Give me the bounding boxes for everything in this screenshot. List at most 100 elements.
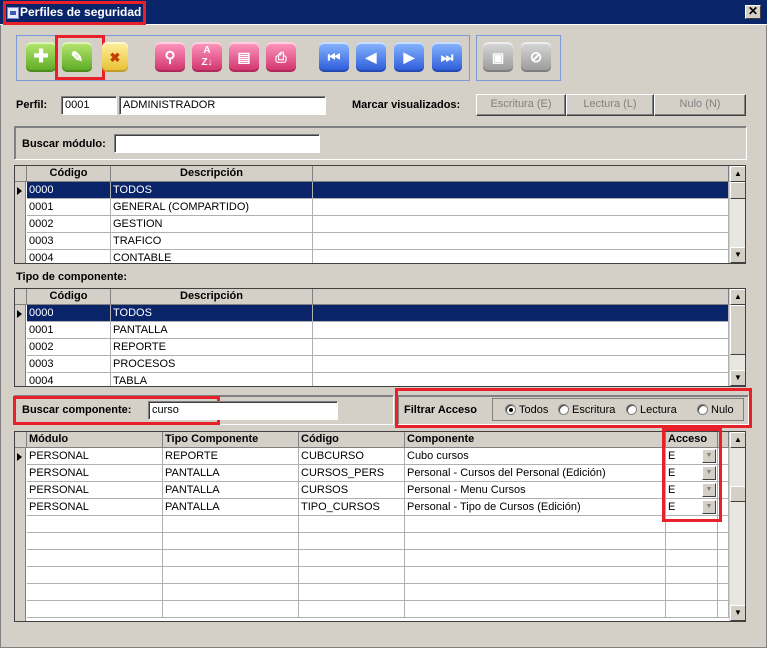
next-record-button[interactable]: ▶ xyxy=(394,42,424,72)
column-header[interactable]: Módulo xyxy=(27,432,163,448)
table-row-filler[interactable] xyxy=(313,233,729,250)
scroll-thumb[interactable] xyxy=(730,486,745,502)
perfil-name-field[interactable]: ADMINISTRADOR xyxy=(119,96,326,115)
table-row[interactable]: 0004 xyxy=(27,250,111,263)
table-row-filler[interactable] xyxy=(313,305,729,322)
column-header-empty xyxy=(313,289,729,305)
table-row[interactable]: PERSONAL xyxy=(27,482,163,499)
table-row-filler[interactable] xyxy=(313,373,729,386)
search-button[interactable]: ⚲ xyxy=(155,42,185,72)
table-row[interactable]: Cubo cursos xyxy=(405,448,666,465)
table-row[interactable]: CURSOS xyxy=(299,482,405,499)
table-row[interactable]: PANTALLA xyxy=(163,465,299,482)
table-row[interactable]: PANTALLA xyxy=(163,482,299,499)
table-row-filler[interactable] xyxy=(313,216,729,233)
column-header[interactable]: Componente xyxy=(405,432,666,448)
buscar-modulo-input[interactable] xyxy=(114,134,320,153)
print-button[interactable]: ⎙ xyxy=(266,42,296,72)
previous-record-button[interactable]: ◀ xyxy=(356,42,386,72)
close-button[interactable]: ✕ xyxy=(745,5,761,19)
table-row-filler[interactable] xyxy=(313,199,729,216)
table-row[interactable]: 0000 xyxy=(27,305,111,322)
scroll-thumb[interactable] xyxy=(730,182,745,199)
radio-label: Lectura xyxy=(640,404,677,416)
scroll-down-button[interactable]: ▼ xyxy=(730,247,745,263)
tipo-componente-scrollbar[interactable]: ▲ ▼ xyxy=(729,289,745,386)
componentes-scrollbar[interactable]: ▲ ▼ xyxy=(729,432,745,621)
cancel-edit-button[interactable]: ✖ xyxy=(102,42,128,72)
column-header[interactable]: Tipo Componente xyxy=(163,432,299,448)
radio-todos[interactable] xyxy=(505,404,516,415)
disable-button[interactable]: ⊘ xyxy=(521,42,551,72)
table-row[interactable]: 0000 xyxy=(27,182,111,199)
radio-lectura[interactable] xyxy=(626,404,637,415)
componentes-grid: Módulo Tipo Componente Código Componente… xyxy=(14,431,746,622)
table-row[interactable]: PROCESOS xyxy=(111,356,313,373)
radio-escritura[interactable] xyxy=(558,404,569,415)
add-button[interactable]: ✚ xyxy=(26,42,56,72)
current-row-arrow-icon xyxy=(17,310,22,318)
save-button[interactable]: ▣ xyxy=(483,42,513,72)
table-row[interactable]: PERSONAL xyxy=(27,465,163,482)
sort-az-icon: A Z↓ xyxy=(201,45,213,68)
mark-escritura-button[interactable]: Escritura (E) xyxy=(476,94,566,116)
perfil-code-field[interactable]: 0001 xyxy=(61,96,117,115)
table-row[interactable]: CONTABLE xyxy=(111,250,313,263)
table-row-filler[interactable] xyxy=(313,356,729,373)
table-row[interactable]: TABLA xyxy=(111,373,313,386)
column-header[interactable]: Descripción xyxy=(111,166,313,182)
radio-nulo[interactable] xyxy=(697,404,708,415)
table-row[interactable]: GESTION xyxy=(111,216,313,233)
table-row[interactable]: Personal - Cursos del Personal (Edición) xyxy=(405,465,666,482)
buscar-componente-input[interactable]: curso xyxy=(148,401,338,420)
last-record-button[interactable]: ⏭ xyxy=(432,42,462,72)
scroll-thumb[interactable] xyxy=(730,305,745,355)
sort-button[interactable]: A Z↓ xyxy=(192,42,222,72)
scroll-down-button[interactable]: ▼ xyxy=(730,370,745,386)
table-row[interactable]: Personal - Tipo de Cursos (Edición) xyxy=(405,499,666,516)
column-header[interactable]: Código xyxy=(27,166,111,182)
first-record-icon: ⏮ xyxy=(327,49,341,65)
scroll-up-button[interactable]: ▲ xyxy=(730,166,745,182)
report-button[interactable]: ▤ xyxy=(229,42,259,72)
table-row[interactable]: GENERAL (COMPARTIDO) xyxy=(111,199,313,216)
table-row[interactable]: TODOS xyxy=(111,305,313,322)
table-row[interactable]: 0003 xyxy=(27,356,111,373)
perfil-label: Perfil: xyxy=(16,99,48,111)
scroll-up-button[interactable]: ▲ xyxy=(730,289,745,305)
table-row[interactable]: PERSONAL xyxy=(27,499,163,516)
table-row[interactable]: 0002 xyxy=(27,216,111,233)
report-icon: ▤ xyxy=(237,49,251,65)
mark-nulo-button[interactable]: Nulo (N) xyxy=(654,94,746,116)
first-record-button[interactable]: ⏮ xyxy=(319,42,349,72)
cancel-edit-icon: ✖ xyxy=(109,50,121,65)
table-row[interactable]: 0001 xyxy=(27,322,111,339)
title-highlight xyxy=(3,1,146,25)
table-row-filler[interactable] xyxy=(313,339,729,356)
table-row[interactable]: 0001 xyxy=(27,199,111,216)
table-row[interactable]: 0003 xyxy=(27,233,111,250)
table-row[interactable]: TRAFICO xyxy=(111,233,313,250)
column-header[interactable]: Código xyxy=(27,289,111,305)
table-row[interactable]: 0004 xyxy=(27,373,111,386)
column-header[interactable]: Código xyxy=(299,432,405,448)
column-header[interactable]: Descripción xyxy=(111,289,313,305)
modulos-scrollbar[interactable]: ▲ ▼ xyxy=(729,166,745,263)
scroll-up-button[interactable]: ▲ xyxy=(730,432,745,448)
table-row[interactable]: REPORTE xyxy=(163,448,299,465)
scroll-down-button[interactable]: ▼ xyxy=(730,605,745,621)
table-row[interactable]: PANTALLA xyxy=(163,499,299,516)
table-row-filler[interactable] xyxy=(313,250,729,263)
table-row[interactable]: REPORTE xyxy=(111,339,313,356)
table-row[interactable]: CUBCURSO xyxy=(299,448,405,465)
table-row[interactable]: CURSOS_PERS xyxy=(299,465,405,482)
table-row-filler[interactable] xyxy=(313,322,729,339)
table-row[interactable]: PERSONAL xyxy=(27,448,163,465)
mark-lectura-button[interactable]: Lectura (L) xyxy=(566,94,654,116)
table-row-filler[interactable] xyxy=(313,182,729,199)
table-row[interactable]: TODOS xyxy=(111,182,313,199)
table-row[interactable]: TIPO_CURSOS xyxy=(299,499,405,516)
table-row[interactable]: 0002 xyxy=(27,339,111,356)
table-row[interactable]: PANTALLA xyxy=(111,322,313,339)
table-row[interactable]: Personal - Menu Cursos xyxy=(405,482,666,499)
